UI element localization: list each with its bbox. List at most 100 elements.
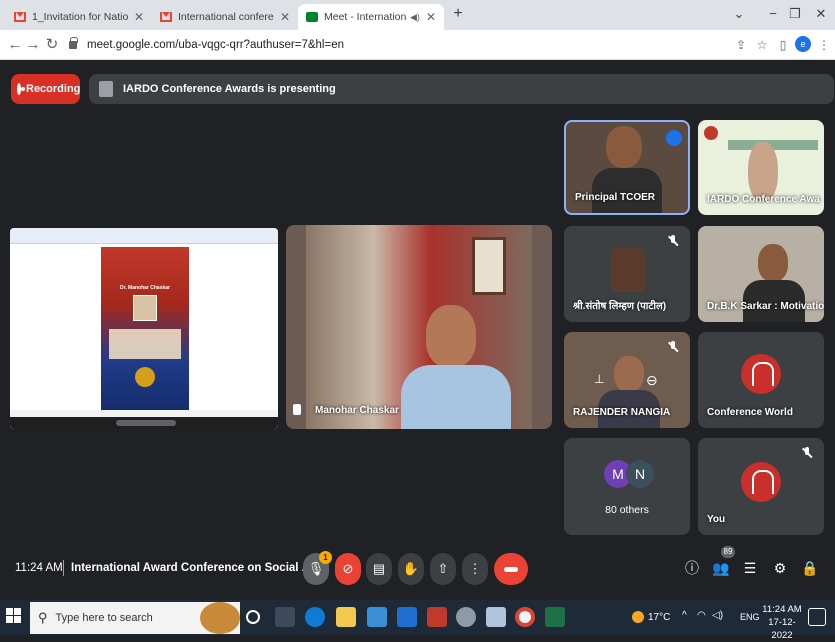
close-icon[interactable]: ✕	[280, 10, 290, 24]
bookmark-star-icon[interactable]: ☆	[751, 30, 773, 60]
volume-icon[interactable]: ◁)	[712, 610, 723, 621]
meeting-info-icon[interactable]: ⓘ	[682, 557, 702, 579]
divider	[63, 560, 64, 576]
more-options-button[interactable]: ⋮	[462, 553, 488, 585]
raise-hand-button[interactable]: ✋	[398, 553, 424, 585]
notifications-icon[interactable]	[808, 608, 826, 626]
viewer-scrubber[interactable]	[116, 420, 176, 426]
participant-name: Conference World	[707, 407, 793, 418]
browser-tab-bar: 1_Invitation for National Confere ✕ Inte…	[0, 0, 835, 30]
input-language[interactable]: ENG	[740, 612, 760, 622]
participant-face	[606, 126, 642, 168]
record-icon	[17, 83, 25, 95]
speaking-indicator-icon	[666, 130, 682, 146]
participant-name: RAJENDER NANGIA	[573, 407, 671, 418]
participant-tile-iardo[interactable]: IARDO Conference Awa	[698, 120, 824, 215]
excel-icon[interactable]	[545, 607, 565, 627]
award-poster: Dr. Manohar Chaskar	[101, 247, 189, 411]
tab-invitation[interactable]: 1_Invitation for National Confere ✕	[6, 4, 152, 30]
side-panel-icon[interactable]: ▯	[772, 30, 794, 60]
share-icon[interactable]: ⇪	[730, 30, 752, 60]
chrome-icon[interactable]	[515, 607, 535, 627]
participant-name: Dr.B.K Sarkar : Motivatio...	[707, 301, 824, 312]
hand-icon: ✋	[402, 561, 420, 576]
search-placeholder: Type here to search	[55, 612, 153, 624]
poster-text-block	[109, 329, 181, 359]
wall-portrait	[472, 237, 506, 295]
activities-icon[interactable]: ⚙	[770, 557, 790, 579]
participant-tile-santosh[interactable]: श्री.संतोष लिम्हण (पाटील)	[564, 226, 690, 322]
task-view-icon[interactable]	[275, 607, 295, 627]
present-button[interactable]: ⇧	[430, 553, 456, 585]
participant-name: श्री.संतोष लिम्हण (पाटील)	[573, 301, 667, 312]
meet-icon	[306, 12, 318, 22]
chat-icon[interactable]: ☰	[740, 557, 760, 579]
tab-search-icon[interactable]: ⌄	[722, 0, 756, 30]
store-icon[interactable]	[367, 607, 387, 627]
windows-start-icon[interactable]	[6, 608, 22, 624]
search-highlight-image	[200, 602, 240, 634]
captions-icon: ▤	[372, 561, 386, 576]
poster-header: Dr. Manohar Chaskar	[119, 285, 171, 291]
people-icon[interactable]: 👥	[711, 557, 731, 579]
url-text: meet.google.com/uba-vqgc-qrr?authuser=7&…	[87, 39, 344, 51]
tab-label: 1_Invitation for National Confere	[32, 11, 128, 23]
present-icon: ⇧	[437, 561, 449, 576]
wifi-icon[interactable]: ◠	[697, 610, 706, 621]
url-field[interactable]: meet.google.com/uba-vqgc-qrr?authuser=7&…	[63, 34, 723, 56]
weather-icon	[632, 611, 644, 623]
menu-kebab-icon[interactable]: ⋮	[813, 30, 835, 60]
participant-face	[748, 142, 778, 202]
participant-face	[758, 244, 788, 282]
reload-icon[interactable]: ↻	[41, 30, 63, 60]
host-controls-icon[interactable]: 🔒	[800, 557, 820, 579]
taskbar-date: 17-12-2022	[768, 617, 796, 641]
avatar: N	[626, 460, 654, 488]
filezilla-icon[interactable]	[427, 607, 447, 627]
app-icon[interactable]	[456, 607, 476, 627]
cortana-icon[interactable]	[246, 610, 260, 624]
mic-off-icon	[666, 234, 680, 248]
tree-logo-avatar	[741, 354, 781, 394]
meeting-clock: 11:24 AM	[15, 562, 63, 574]
self-tile[interactable]: You	[698, 438, 824, 535]
presentation-tile[interactable]: Dr. Manohar Chaskar	[10, 228, 278, 429]
taskbar-time: 11:24 AM	[762, 604, 802, 615]
camera-button[interactable]: ⊘	[335, 553, 361, 585]
close-icon[interactable]: ✕	[134, 10, 144, 24]
participant-face	[426, 305, 476, 367]
remove-icon[interactable]: ⊖	[646, 372, 658, 389]
speaker-tile-manohar[interactable]: Manohar Chaskar	[286, 225, 552, 429]
notification-badge: 1	[319, 551, 332, 564]
tab-conference-mail[interactable]: International conference Mail ✕	[152, 4, 298, 30]
file-explorer-icon[interactable]	[336, 607, 356, 627]
tab-meet[interactable]: Meet - International Award C ◀) ✕	[298, 4, 444, 30]
pin-icon[interactable]: ⊥	[594, 372, 604, 386]
mic-off-icon	[800, 446, 814, 460]
app-icon[interactable]	[486, 607, 506, 627]
participant-tile-rajender[interactable]: ⊥ ⊖ RAJENDER NANGIA	[564, 332, 690, 428]
taskbar-clock[interactable]: 11:24 AM 17-12-2022	[762, 603, 802, 642]
mic-button[interactable]: 🎙 1	[303, 551, 332, 585]
participant-tile-sarkar[interactable]: Dr.B.K Sarkar : Motivatio...	[698, 226, 824, 322]
taskbar-search-field[interactable]: ⚲ Type here to search	[30, 602, 240, 634]
presenting-text: IARDO Conference Awards is presenting	[123, 83, 336, 95]
pin-icon[interactable]	[293, 404, 301, 415]
edge-icon[interactable]	[305, 607, 325, 627]
lock-icon	[69, 37, 78, 49]
weather-temp[interactable]: 17°C	[648, 612, 670, 623]
recording-indicator[interactable]: Recording	[11, 74, 80, 104]
profile-avatar[interactable]: e	[795, 36, 811, 52]
close-icon[interactable]: ✕	[426, 10, 436, 24]
others-tile[interactable]: M N 80 others	[564, 438, 690, 535]
others-count: 80 others	[605, 504, 649, 516]
captions-button[interactable]: ▤	[366, 553, 392, 585]
speaker-icon[interactable]: ◀)	[410, 12, 420, 23]
new-tab-button[interactable]: +	[449, 5, 467, 25]
participant-tile-principal[interactable]: Principal TCOER	[564, 120, 690, 215]
participant-tile-conference-world[interactable]: Conference World	[698, 332, 824, 428]
close-window-icon[interactable]: ✕	[804, 0, 835, 30]
end-call-button[interactable]	[494, 553, 528, 585]
tray-chevron-icon[interactable]: ^	[682, 610, 687, 621]
mail-icon[interactable]	[397, 607, 417, 627]
